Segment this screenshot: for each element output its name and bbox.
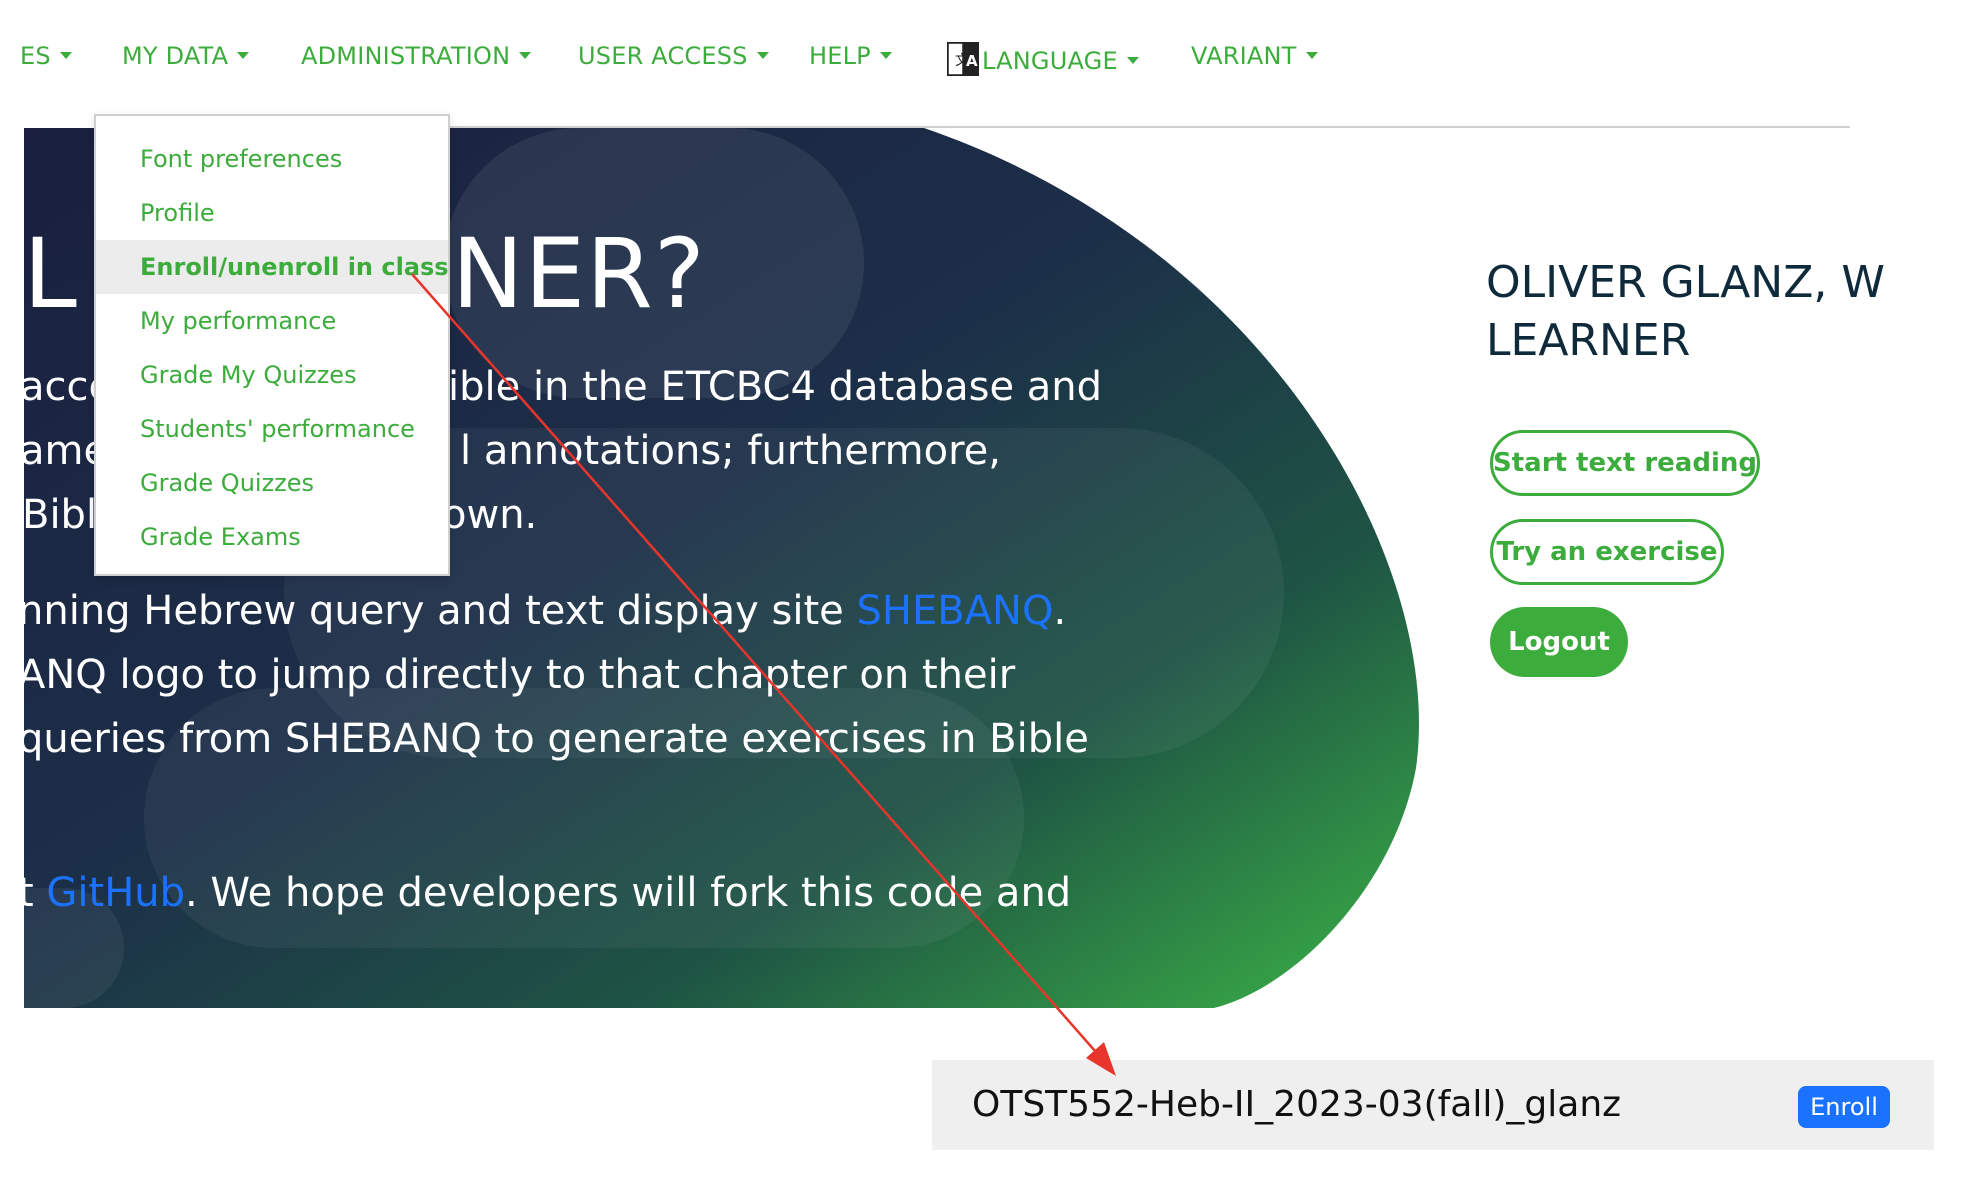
hero-line-5: ANQ logo to jump directly to that chapte… xyxy=(24,652,1016,698)
hero-line-4-end: . xyxy=(1053,588,1067,634)
menu-item-students-performance[interactable]: Students' performance xyxy=(96,402,448,456)
menu-item-profile[interactable]: Profile xyxy=(96,186,448,240)
hero-line-7-start: t xyxy=(24,870,34,916)
caret-down-icon xyxy=(1305,51,1318,59)
nav-item-label: LANGUAGE xyxy=(982,47,1118,75)
nav-item-administration[interactable]: ADMINISTRATION xyxy=(301,42,532,70)
enroll-button[interactable]: Enroll xyxy=(1798,1086,1890,1128)
caret-down-icon xyxy=(59,51,72,59)
nav-item-label: MY DATA xyxy=(122,42,229,70)
hero-title-left: IL xyxy=(24,218,78,330)
nav-item-user-access[interactable]: USER ACCESS xyxy=(578,42,769,70)
nav-item-label: USER ACCESS xyxy=(578,42,748,70)
nav-item-help[interactable]: HELP xyxy=(809,42,892,70)
user-name-line-2: LEARNER xyxy=(1486,315,1691,366)
user-name-heading: OLIVER GLANZ, W LEARNER xyxy=(1486,254,1885,370)
menu-item-enroll-unenroll[interactable]: Enroll/unenroll in class xyxy=(96,240,449,294)
nav-item-label: ADMINISTRATION xyxy=(301,42,511,70)
nav-item-variant[interactable]: VARIANT xyxy=(1191,42,1318,70)
translate-icon: 文 A xyxy=(946,39,980,79)
start-text-reading-button[interactable]: Start text reading xyxy=(1490,430,1760,496)
menu-item-grade-my-quizzes[interactable]: Grade My Quizzes xyxy=(96,348,448,402)
hero-line-1-right: ible in the ETCBC4 database and xyxy=(448,364,1103,410)
class-name: OTST552-Heb-II_2023-03(fall)_glanz xyxy=(972,1084,1622,1125)
nav-item-label: HELP xyxy=(809,42,871,70)
hero-line-4: nning Hebrew query and text display site… xyxy=(24,588,1066,634)
github-link[interactable]: GitHub xyxy=(46,870,185,916)
hero-line-3-left: Bibl xyxy=(24,492,98,538)
menu-item-my-performance[interactable]: My performance xyxy=(96,294,448,348)
my-data-dropdown-menu: Font preferences Profile Enroll/unenroll… xyxy=(94,114,450,576)
shebanq-link[interactable]: SHEBANQ xyxy=(856,588,1053,634)
hero-line-7-end: . We hope developers will fork this code… xyxy=(185,870,1072,916)
caret-down-icon xyxy=(519,51,532,59)
top-navbar: ES MY DATA ADMINISTRATION USER ACCESS HE… xyxy=(0,0,1980,120)
hero-line-4-text: nning Hebrew query and text display site xyxy=(24,588,857,634)
caret-down-icon xyxy=(756,51,769,59)
hero-line-2-right: l annotations; furthermore, xyxy=(460,428,1001,474)
nav-item-language[interactable]: 文 A LANGUAGE xyxy=(946,42,1139,82)
svg-text:A: A xyxy=(966,52,978,70)
class-enroll-row: OTST552-Heb-II_2023-03(fall)_glanz Enrol… xyxy=(932,1060,1934,1150)
hero-line-6: queries from SHEBANQ to generate exercis… xyxy=(24,716,1089,762)
caret-down-icon xyxy=(879,51,892,59)
try-exercise-button[interactable]: Try an exercise xyxy=(1490,519,1724,585)
nav-item-truncated[interactable]: ES xyxy=(20,42,72,70)
hero-line-3-right: own. xyxy=(442,492,538,538)
nav-item-label: VARIANT xyxy=(1191,42,1297,70)
hero-line-7: t GitHub. We hope developers will fork t… xyxy=(24,870,1071,916)
menu-item-grade-quizzes[interactable]: Grade Quizzes xyxy=(96,456,448,510)
menu-item-font-preferences[interactable]: Font preferences xyxy=(96,132,448,186)
nav-item-my-data[interactable]: MY DATA xyxy=(122,42,250,70)
caret-down-icon xyxy=(1126,56,1139,64)
nav-item-label: ES xyxy=(20,42,51,70)
menu-item-grade-exams[interactable]: Grade Exams xyxy=(96,510,448,564)
user-name-line-1: OLIVER GLANZ, W xyxy=(1486,257,1885,308)
caret-down-icon xyxy=(237,51,250,59)
logout-button[interactable]: Logout xyxy=(1490,607,1628,677)
